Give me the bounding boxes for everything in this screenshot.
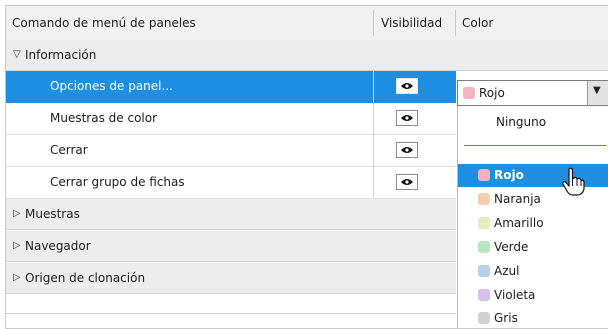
header-divider [455,10,456,36]
group-row-informacion[interactable]: ▽ Información [6,40,608,71]
menu-option-amarillo[interactable]: Amarillo [458,212,608,235]
color-select-value: Rojo [479,86,505,100]
column-header-visibility[interactable]: Visibilidad [381,16,442,30]
table-header: Comando de menú de paneles Visibilidad C… [6,6,608,41]
group-row-muestras[interactable]: ▷ Muestras [6,199,456,230]
visibility-toggle[interactable] [396,174,418,190]
column-header-command[interactable]: Comando de menú de paneles [12,16,196,30]
eye-icon [401,179,413,185]
chevron-down-icon: ▼ [593,85,601,96]
group-label: Navegador [25,239,91,253]
triangle-right-icon[interactable]: ▷ [13,240,21,251]
table-row[interactable]: Cerrar grupo de fichas [6,167,456,199]
color-dropdown-menu: Ninguno Rojo Naranja Amarillo Verde Azul… [457,106,608,328]
group-label: Información [25,48,97,62]
color-select[interactable]: Rojo ▼ [457,80,608,106]
color-swatch [478,217,490,229]
option-label: Naranja [494,192,541,206]
color-swatch [478,241,490,253]
dropdown-button[interactable]: ▼ [587,81,608,105]
table-bottom-divider [6,313,456,314]
header-divider [373,10,374,36]
menu-option-naranja[interactable]: Naranja [458,188,608,211]
color-swatch [478,169,490,181]
option-label: Violeta [494,288,536,302]
hand-pointer-icon [562,167,585,196]
menu-option-rojo[interactable]: Rojo [458,164,608,187]
group-row-navegador[interactable]: ▷ Navegador [6,231,456,262]
column-header-color[interactable]: Color [462,16,493,30]
option-label: Verde [494,240,529,254]
option-label: Azul [494,264,520,278]
visibility-toggle[interactable] [396,110,418,126]
triangle-right-icon[interactable]: ▷ [13,208,21,219]
table-row-selected[interactable]: Opciones de panel... [6,71,456,103]
eye-icon [401,83,413,89]
menu-option-none[interactable]: Ninguno [496,115,546,129]
visibility-toggle[interactable] [396,142,418,158]
row-label: Cerrar grupo de fichas [50,175,185,189]
color-swatch [478,265,490,277]
menu-option-gris[interactable]: Gris [458,307,608,328]
column-divider [373,71,374,198]
color-swatch [463,87,475,99]
color-swatch [478,289,490,301]
group-label: Origen de clonación [25,271,146,285]
menu-option-azul[interactable]: Azul [458,260,608,283]
option-label: Amarillo [494,216,544,230]
row-label: Opciones de panel... [50,79,173,93]
table-row[interactable]: Muestras de color [6,103,456,135]
table-row[interactable]: Cerrar [6,135,456,167]
row-label: Cerrar [50,143,88,157]
option-label: Gris [494,311,518,325]
group-row-origen-de-clonacion[interactable]: ▷ Origen de clonación [6,263,456,294]
triangle-down-icon[interactable]: ▽ [13,49,21,60]
menu-option-violeta[interactable]: Violeta [458,284,608,307]
menu-option-verde[interactable]: Verde [458,236,608,259]
group-label: Muestras [25,207,80,221]
color-swatch [478,193,490,205]
triangle-right-icon[interactable]: ▷ [13,272,21,283]
panel-menu-customization-table: Comando de menú de paneles Visibilidad C… [5,5,608,329]
option-label: Rojo [494,168,524,182]
eye-icon [401,147,413,153]
eye-icon [401,115,413,121]
color-swatch [478,312,490,324]
visibility-toggle[interactable] [396,78,418,94]
row-label: Muestras de color [50,111,158,125]
menu-separator [464,145,606,146]
